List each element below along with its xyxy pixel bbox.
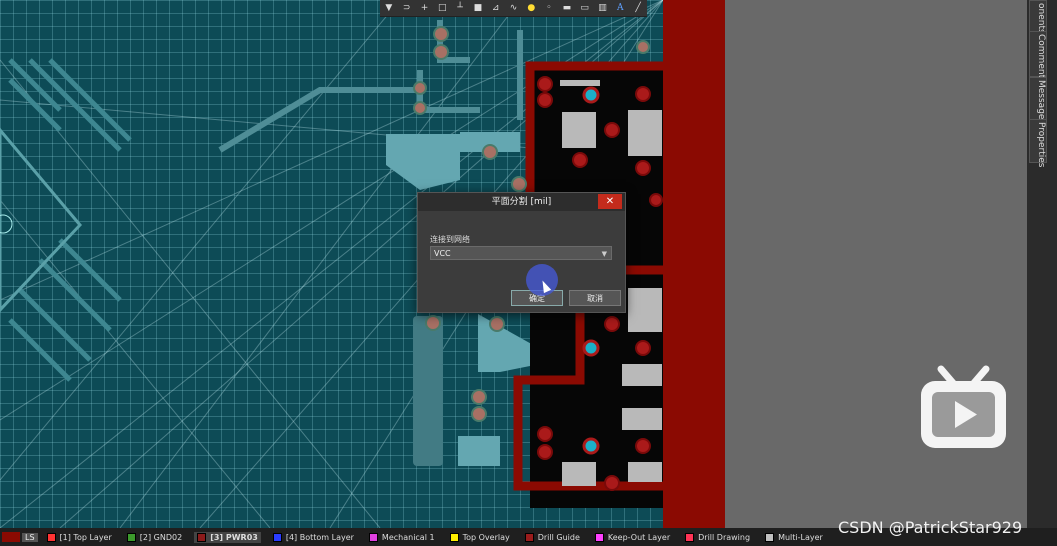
layer-set-button[interactable]: LS [22,532,38,542]
component-icon[interactable]: ■ [472,2,484,14]
close-icon: ✕ [605,196,615,207]
layer-tab-label: Drill Guide [537,532,580,542]
tab-messages[interactable]: Messages [1029,77,1047,124]
bulb-icon[interactable]: ● [525,2,537,14]
layer-tab[interactable]: Mechanical 1 [366,532,438,543]
layer-color-swatch [685,532,695,542]
layer-tab[interactable]: Drill Guide [522,532,583,543]
layer-color-swatch [594,532,604,542]
align-icon[interactable]: ┴ [454,2,466,14]
net-select[interactable]: VCC ▼ [430,246,612,260]
layer-tab-label: [4] Bottom Layer [285,532,354,542]
close-button[interactable]: ✕ [598,194,622,209]
dialog-title: 平面分割 [mil] [491,197,552,207]
cancel-button[interactable]: 取消 [569,290,621,306]
rect-select-icon[interactable]: □ [436,2,448,14]
net-select-value: VCC [434,249,451,258]
text-icon[interactable]: A [614,2,626,14]
watermark: CSDN @PatrickStar929 [838,518,1023,537]
cross-icon[interactable]: + [418,2,430,14]
polygon-icon[interactable]: ∿ [507,2,519,14]
layer-color-swatch [46,532,56,542]
fill-icon[interactable]: ▬ [561,2,573,14]
layer-tab-label: Keep-Out Layer [607,532,671,542]
pin-icon[interactable]: ⊿ [490,2,502,14]
route-icon[interactable]: ⊃ [401,2,413,14]
layer-tab-label: Top Overlay [462,532,510,542]
layer-tab[interactable]: Top Overlay [447,532,513,543]
copper-plane-strip [663,0,725,528]
layer-color-swatch [272,532,282,542]
bilibili-logo-icon [921,365,1006,448]
tab-components[interactable]: onents [1029,0,1047,34]
layer-tab[interactable]: Drill Drawing [682,532,753,543]
layer-tab-label: [2] GND02 [139,532,183,542]
layer-color-swatch [449,532,459,542]
filter-icon[interactable]: ▼ [383,2,395,14]
layer-tab-label: [3] PWR03 [210,532,258,542]
tab-comments[interactable]: Comments [1029,31,1047,83]
chevron-down-icon: ▼ [601,250,607,258]
split-plane-dialog: 平面分割 [mil] ✕ 连接到网络 VCC ▼ 确定 取消 [417,192,626,313]
line-icon[interactable]: ╱ [632,2,644,14]
net-label: 连接到网络 [430,235,470,244]
layer-tab-label: [1] Top Layer [59,532,112,542]
layer-tab[interactable]: [3] PWR03 [194,531,261,543]
current-layer-swatch [2,532,20,542]
active-bar-toolbar: ▼ ⊃ + □ ┴ ■ ⊿ ∿ ● ◦ ▬ ▭ ▥ A ╱ [380,0,647,17]
layer-color-swatch [524,532,534,542]
dialog-title-bar: 平面分割 [mil] ✕ [418,193,625,211]
layer-tab-label: Multi-Layer [778,532,823,542]
pad-icon[interactable]: ◦ [543,2,555,14]
layer-tab-label: Mechanical 1 [381,532,435,542]
layer-tab[interactable]: [2] GND02 [124,532,185,543]
layer-tab-list: [1] Top Layer [2] GND02 [3] PWR03 [4] Botto… [44,531,835,543]
layer-tab[interactable]: [4] Bottom Layer [270,532,357,543]
layer-tab-label: Drill Drawing [698,532,751,542]
layer-color-swatch [197,532,207,542]
layer-tab[interactable]: [1] Top Layer [44,532,115,543]
region-icon[interactable]: ▭ [579,2,591,14]
layer-color-swatch [368,532,378,542]
layer-color-swatch [126,532,136,542]
chart-icon[interactable]: ▥ [596,2,608,14]
tab-properties[interactable]: Properties [1029,119,1047,167]
layer-tab[interactable]: Keep-Out Layer [592,532,673,543]
layer-color-swatch [765,532,775,542]
layer-tab[interactable]: Multi-Layer [762,532,826,543]
